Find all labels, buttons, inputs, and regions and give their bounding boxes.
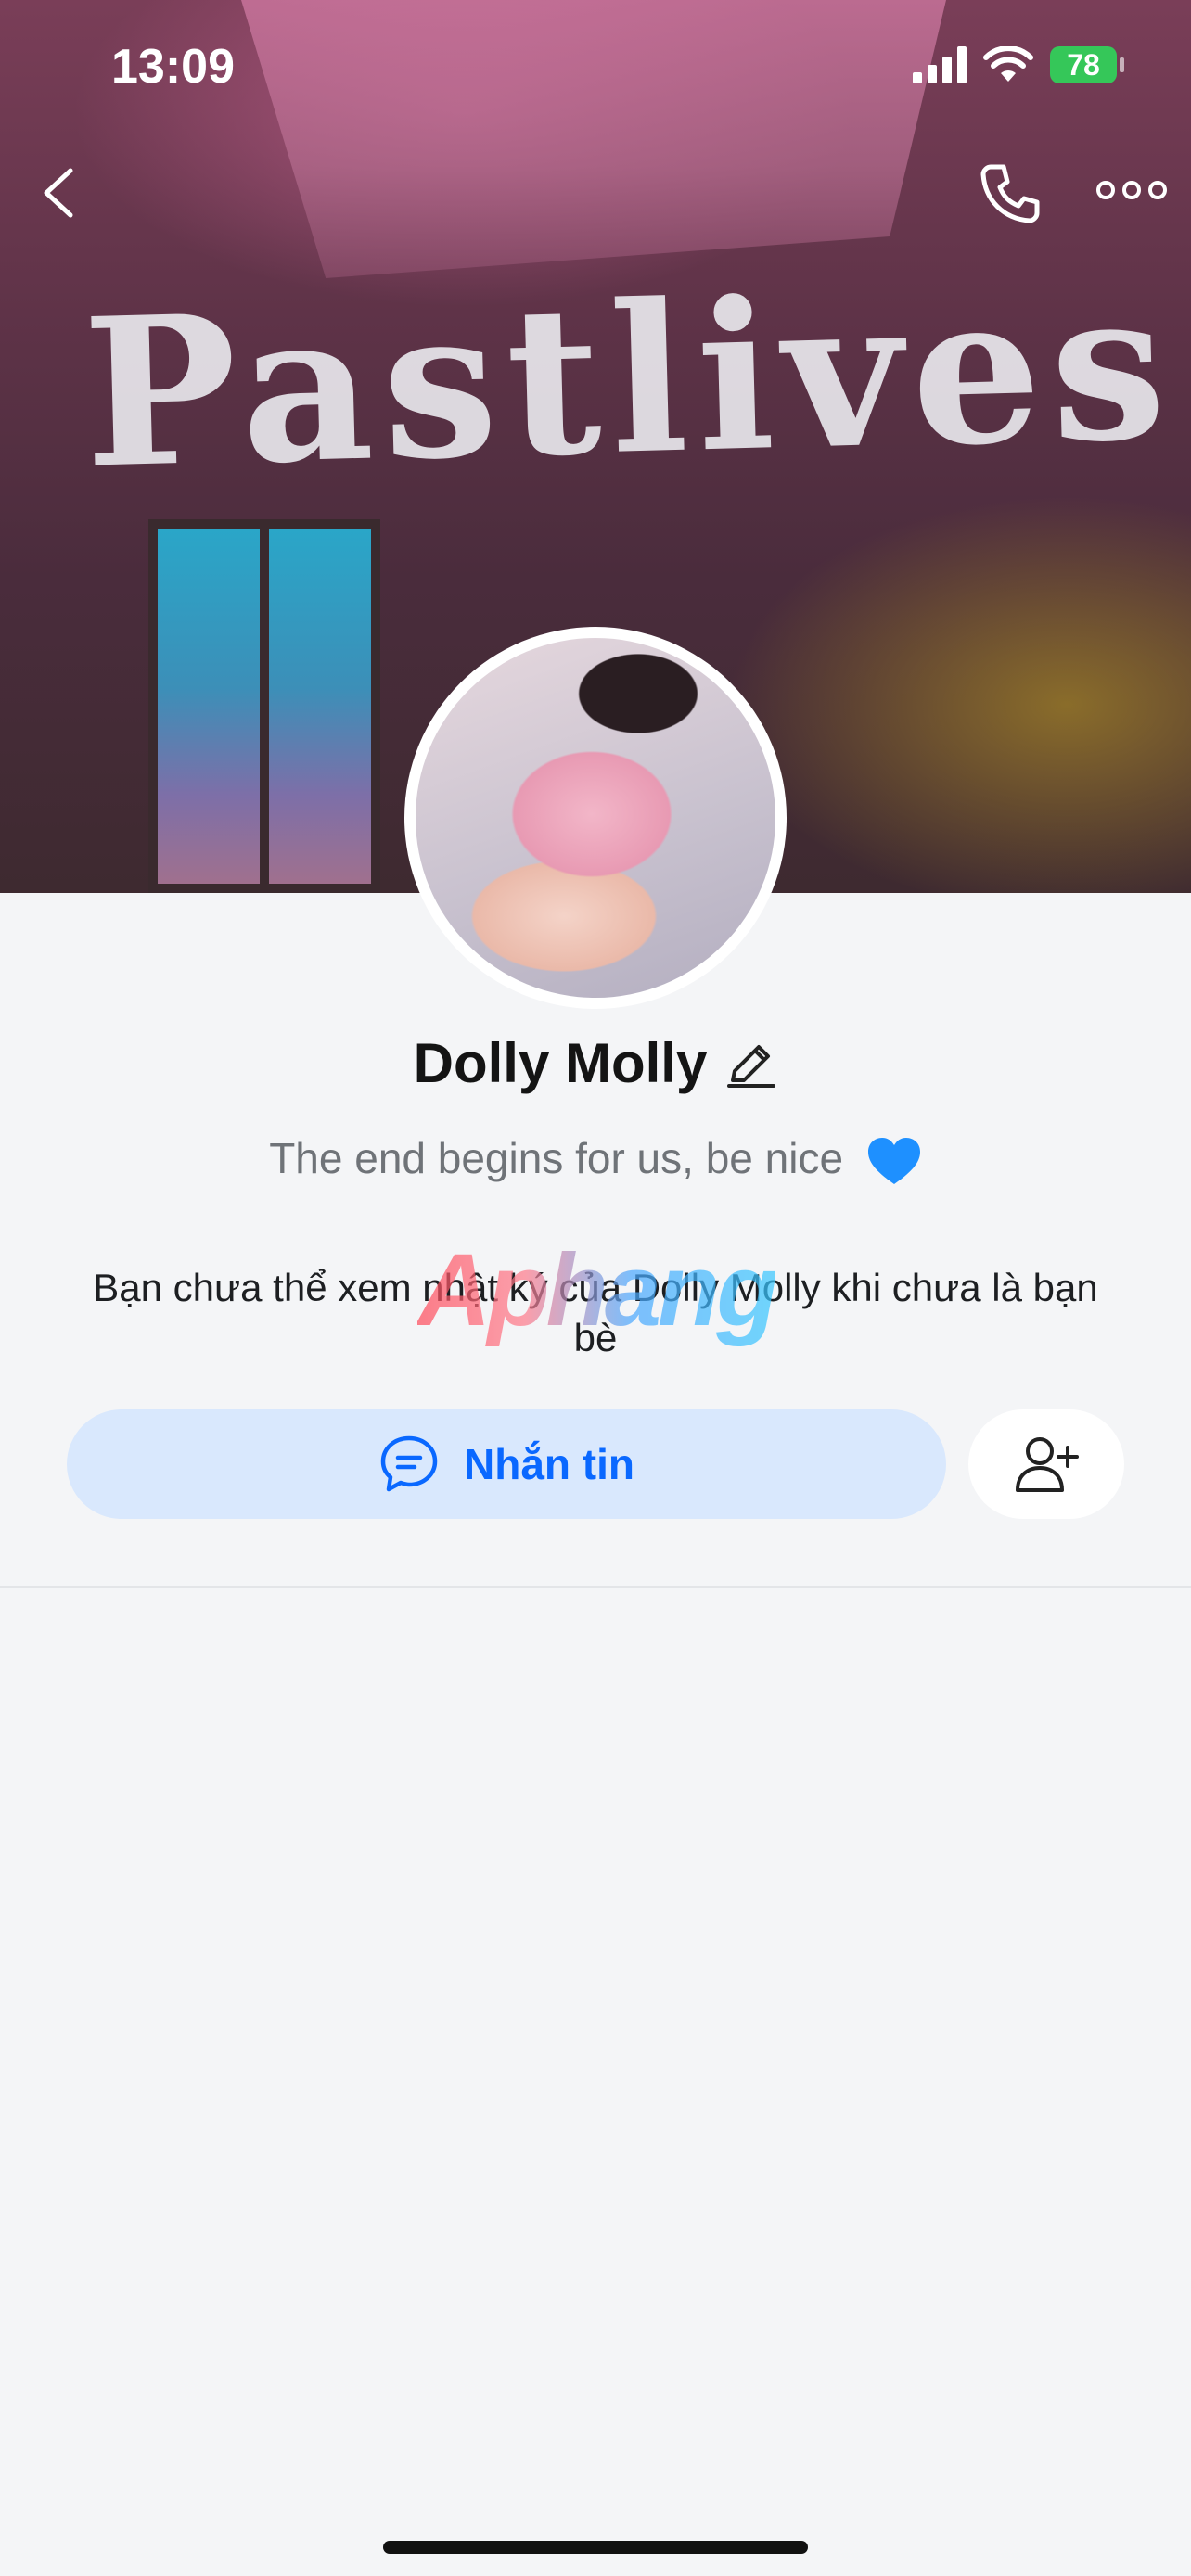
cover-text: Pastlives [80,244,1178,514]
watermark: Aphang [417,1233,778,1347]
blue-heart-icon [867,1137,920,1184]
message-button-label: Nhắn tin [464,1440,634,1488]
status-text: The end begins for us, be nice [269,1134,844,1182]
name-row: Dolly Molly [0,1031,1191,1095]
more-icon[interactable] [1095,176,1169,204]
avatar[interactable] [404,627,787,1009]
profile-name: Dolly Molly [413,1032,708,1094]
add-friend-button[interactable] [968,1409,1124,1519]
back-chevron-icon[interactable] [35,165,82,221]
signal-icon [913,46,967,83]
chat-bubble-icon [380,1435,438,1492]
cover-window [148,519,380,893]
add-friend-icon [1016,1437,1079,1492]
cover-ceiling [241,0,946,278]
message-button[interactable]: Nhắn tin [67,1409,946,1519]
section-divider [0,1586,1191,1588]
status-time: 13:09 [111,40,235,94]
edit-pencil-icon[interactable] [725,1038,777,1090]
status-icons: 78 [913,46,1124,83]
phone-icon[interactable] [976,159,1043,226]
battery-indicator: 78 [1050,46,1124,83]
avatar-image [416,638,775,998]
wifi-icon [983,46,1033,82]
home-indicator[interactable] [383,2541,808,2554]
status-message: The end begins for us, be nice [0,1133,1191,1188]
